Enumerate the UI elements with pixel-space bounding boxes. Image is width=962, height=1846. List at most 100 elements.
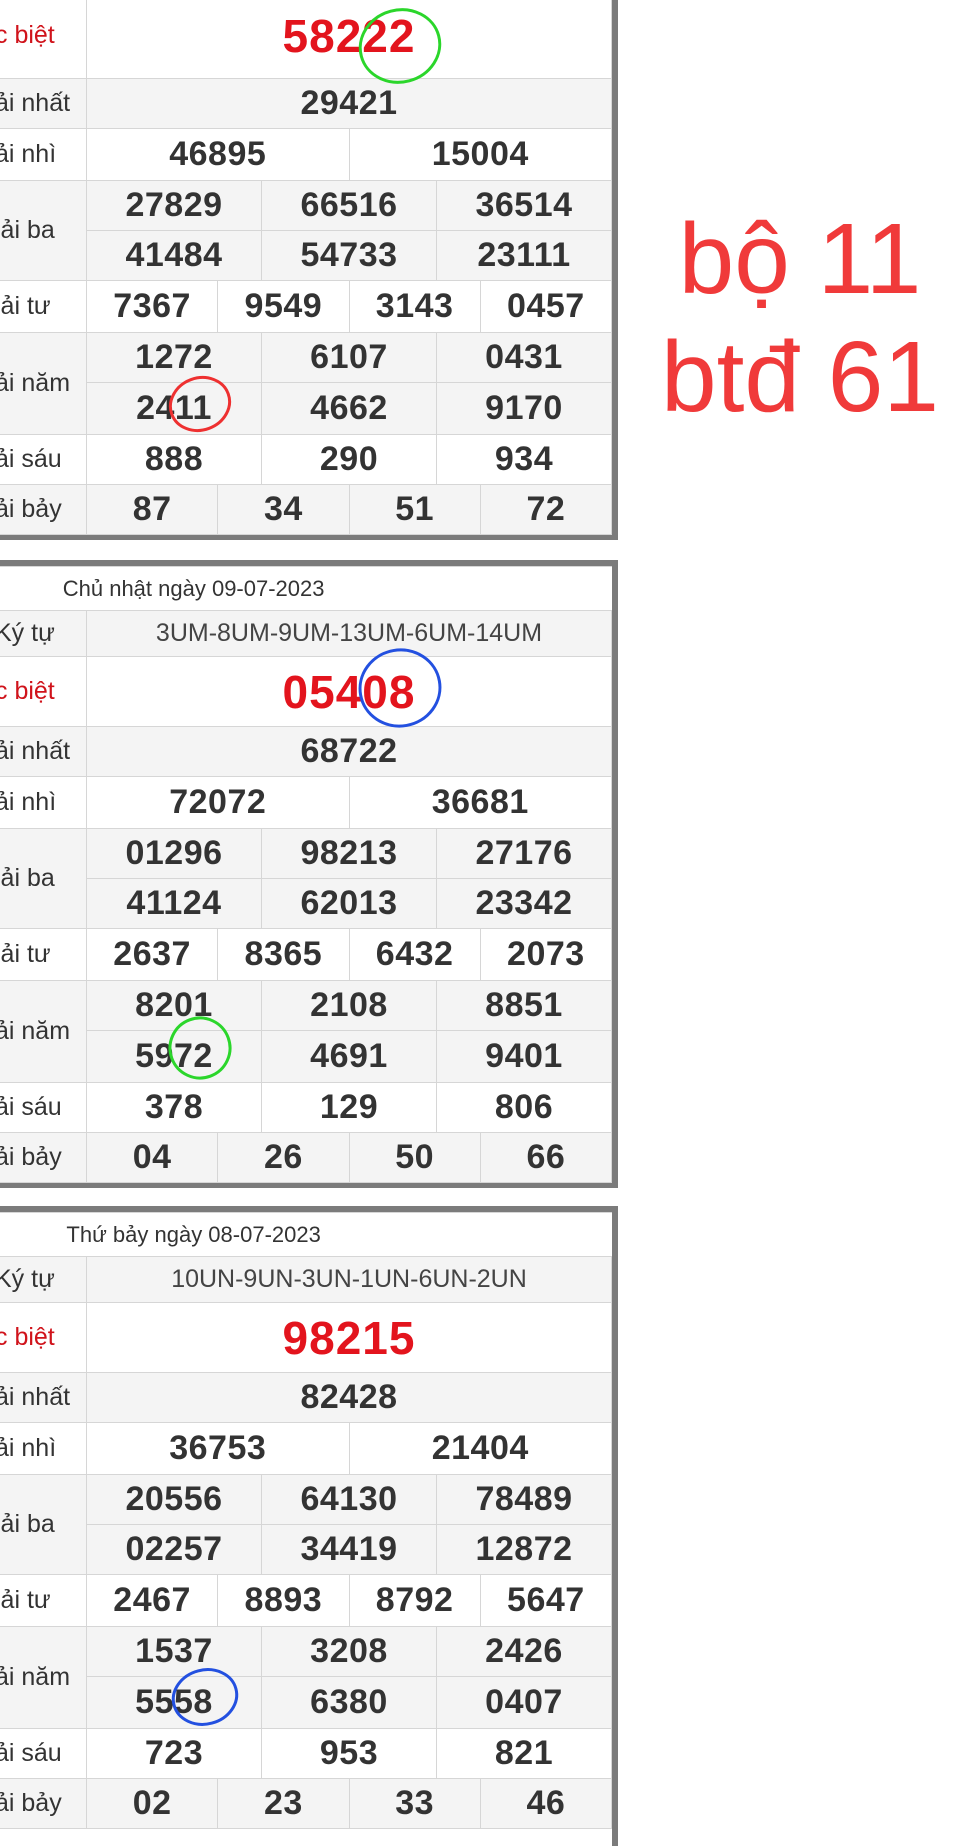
special-prize-number: 98215 xyxy=(86,1302,612,1373)
fifth-prize-number: 1272 xyxy=(86,332,262,383)
third-prize-number: 62013 xyxy=(261,878,437,929)
second-prize-number: 36753 xyxy=(86,1422,350,1475)
fifth-prize-number: 2411 xyxy=(86,382,262,435)
fifth-prize-number: 3208 xyxy=(261,1626,437,1677)
second-prize-number: 46895 xyxy=(86,128,350,181)
seventh-prize-number: 46 xyxy=(479,1778,613,1829)
label-seventh-prize: ải bảy xyxy=(0,1778,87,1829)
label-first-prize: ải nhất xyxy=(0,726,87,777)
label-sixth-prize: ải sáu xyxy=(0,434,87,485)
label-third-prize: iải ba xyxy=(0,180,87,281)
third-prize-number: 64130 xyxy=(261,1474,437,1525)
seventh-prize-number: 72 xyxy=(479,484,613,535)
fourth-prize-number: 3143 xyxy=(348,280,481,333)
third-prize-number: 98213 xyxy=(261,828,437,879)
draw-codes: 3UM-8UM-9UM-13UM-6UM-14UM xyxy=(86,610,612,657)
label-special-prize: c biệt xyxy=(0,1302,87,1373)
fifth-prize-number: 0407 xyxy=(436,1676,612,1729)
label-fifth-prize: ải năm xyxy=(0,332,87,435)
seventh-prize-number: 51 xyxy=(348,484,481,535)
fifth-prize-number: 0431 xyxy=(436,332,612,383)
sixth-prize-number: 953 xyxy=(261,1728,437,1779)
draw-date: Thứ bảy ngày 08-07-2023 xyxy=(0,1212,393,1257)
handwritten-note: bộ 11 btđ 61 xyxy=(640,200,960,436)
fourth-prize-number: 9549 xyxy=(217,280,350,333)
label-third-prize: iải ba xyxy=(0,1474,87,1575)
seventh-prize-number: 04 xyxy=(85,1132,219,1183)
fifth-prize-number: 5558 xyxy=(86,1676,262,1729)
sixth-prize-number: 821 xyxy=(436,1728,612,1779)
second-prize-number: 21404 xyxy=(348,1422,612,1475)
label-seventh-prize: ải bảy xyxy=(0,484,87,535)
fifth-prize-number: 6107 xyxy=(261,332,437,383)
fifth-prize-number: 4691 xyxy=(261,1030,437,1083)
fifth-prize-number: 2108 xyxy=(261,980,437,1031)
label-seventh-prize: ải bảy xyxy=(0,1132,87,1183)
note-line-1: bộ 11 xyxy=(678,203,922,315)
third-prize-number: 54733 xyxy=(261,230,437,281)
label-first-prize: ải nhất xyxy=(0,78,87,129)
seventh-prize-number: 26 xyxy=(217,1132,350,1183)
fourth-prize-number: 8792 xyxy=(348,1574,481,1627)
sixth-prize-number: 378 xyxy=(86,1082,262,1133)
fifth-prize-number: 1537 xyxy=(86,1626,262,1677)
label-sixth-prize: ải sáu xyxy=(0,1728,87,1779)
second-prize-number: 72072 xyxy=(86,776,350,829)
sixth-prize-number: 129 xyxy=(261,1082,437,1133)
seventh-prize-number: 02 xyxy=(85,1778,219,1829)
seventh-prize-number: 87 xyxy=(85,484,219,535)
fifth-prize-number: 4662 xyxy=(261,382,437,435)
label-second-prize: ải nhì xyxy=(0,776,87,829)
third-prize-number: 34419 xyxy=(261,1524,437,1575)
draw-date: Chủ nhật ngày 09-07-2023 xyxy=(0,566,393,611)
sixth-prize-number: 888 xyxy=(86,434,262,485)
seventh-prize-number: 34 xyxy=(217,484,350,535)
second-prize-number: 15004 xyxy=(348,128,612,181)
label-first-prize: ải nhất xyxy=(0,1372,87,1423)
sixth-prize-number: 934 xyxy=(436,434,612,485)
third-prize-number: 27829 xyxy=(86,180,262,231)
label-codes: Ký tự xyxy=(0,610,87,657)
second-prize-number: 36681 xyxy=(348,776,612,829)
draw-codes: 10UN-9UN-3UN-1UN-6UN-2UN xyxy=(86,1256,612,1303)
third-prize-number: 41124 xyxy=(86,878,262,929)
third-prize-number: 12872 xyxy=(436,1524,612,1575)
header-spacer xyxy=(392,1212,612,1257)
third-prize-number: 01296 xyxy=(86,828,262,879)
third-prize-number: 36514 xyxy=(436,180,612,231)
result-board-1: c biệt 58222 ải nhất 29421 ải nhì 46895 … xyxy=(0,0,618,540)
seventh-prize-number: 33 xyxy=(348,1778,481,1829)
third-prize-number: 66516 xyxy=(261,180,437,231)
fourth-prize-number: 6432 xyxy=(348,928,481,981)
first-prize-number: 82428 xyxy=(86,1372,612,1423)
result-board-3: Thứ bảy ngày 08-07-2023 Ký tự 10UN-9UN-3… xyxy=(0,1206,618,1846)
fourth-prize-number: 8893 xyxy=(217,1574,350,1627)
sixth-prize-number: 723 xyxy=(86,1728,262,1779)
label-fifth-prize: ải năm xyxy=(0,980,87,1083)
label-special-prize: c biệt xyxy=(0,0,87,79)
seventh-prize-number: 50 xyxy=(348,1132,481,1183)
fourth-prize-number: 7367 xyxy=(85,280,219,333)
label-sixth-prize: ải sáu xyxy=(0,1082,87,1133)
label-fourth-prize: iải tư xyxy=(0,280,87,333)
fourth-prize-number: 8365 xyxy=(217,928,350,981)
fourth-prize-number: 2637 xyxy=(85,928,219,981)
sixth-prize-number: 806 xyxy=(436,1082,612,1133)
third-prize-number: 27176 xyxy=(436,828,612,879)
first-prize-number: 68722 xyxy=(86,726,612,777)
third-prize-number: 23111 xyxy=(436,230,612,281)
seventh-prize-number: 66 xyxy=(479,1132,613,1183)
special-prize-number: 58222 xyxy=(86,0,612,79)
special-prize-number: 05408 xyxy=(86,656,612,727)
label-second-prize: ải nhì xyxy=(0,1422,87,1475)
third-prize-number: 23342 xyxy=(436,878,612,929)
fifth-prize-number: 2426 xyxy=(436,1626,612,1677)
fifth-prize-number: 9170 xyxy=(436,382,612,435)
fifth-prize-number: 8201 xyxy=(86,980,262,1031)
label-fourth-prize: iải tư xyxy=(0,1574,87,1627)
fifth-prize-number: 6380 xyxy=(261,1676,437,1729)
label-second-prize: ải nhì xyxy=(0,128,87,181)
third-prize-number: 02257 xyxy=(86,1524,262,1575)
fourth-prize-number: 0457 xyxy=(479,280,613,333)
first-prize-number: 29421 xyxy=(86,78,612,129)
